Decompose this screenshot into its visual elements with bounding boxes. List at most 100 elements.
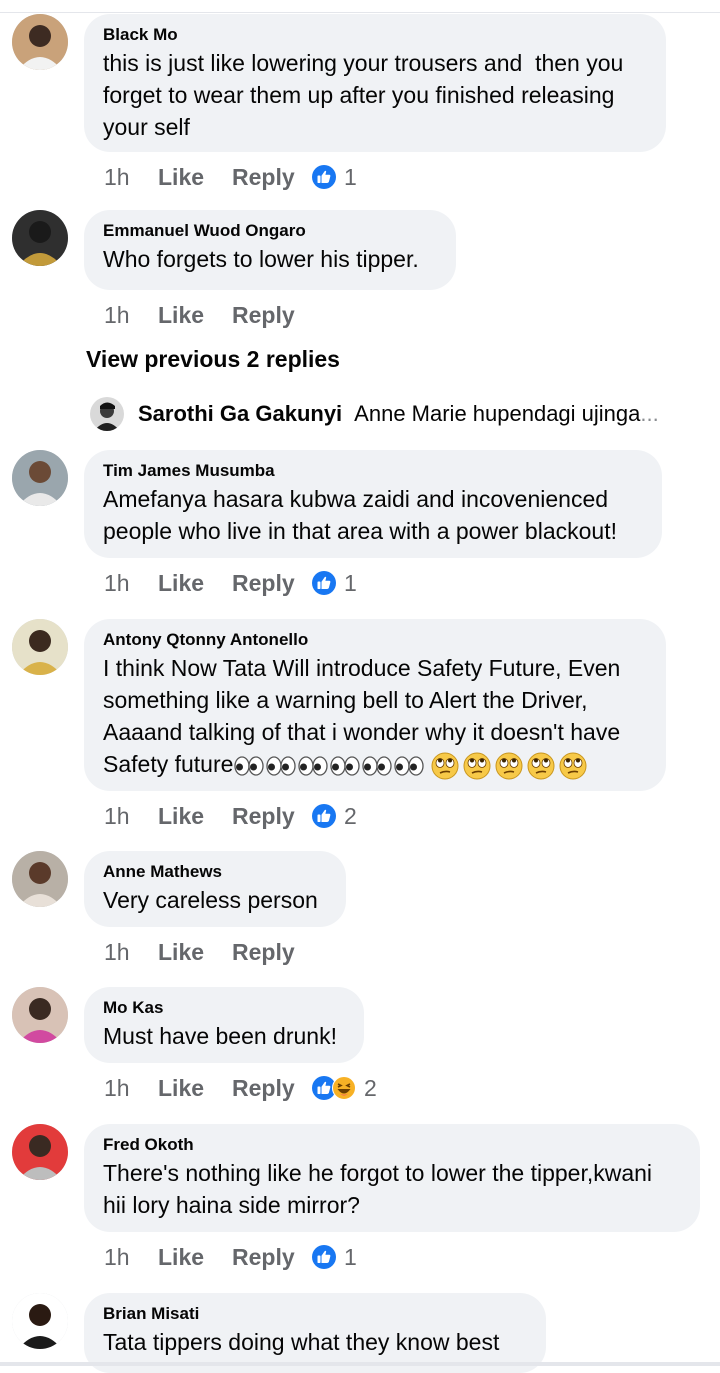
reply-button[interactable]: Reply <box>232 803 312 830</box>
comment-text-line: There's nothing like he forgot to lower … <box>103 1160 653 1186</box>
comment-text-line: I think Now Tata Will introduce Safety F… <box>103 655 621 681</box>
comment-timestamp: 1h <box>104 802 130 829</box>
eye-roll-emoji-icon <box>431 752 459 780</box>
reaction-count: 1 <box>344 163 357 190</box>
eyes-emoji-icon <box>362 756 393 776</box>
reaction-summary[interactable]: 2 <box>312 803 357 830</box>
like-button[interactable]: Like <box>158 302 232 329</box>
like-reaction-icon <box>312 571 336 595</box>
eye-roll-emoji-icon <box>559 752 587 780</box>
comment-text-line: Must have been drunk! <box>103 1023 337 1049</box>
avatar[interactable] <box>12 619 68 675</box>
avatar[interactable] <box>12 1293 68 1349</box>
comment-author[interactable]: Mo Kas <box>103 996 344 1020</box>
comment-actions: 1h Like Reply 2 <box>104 799 357 833</box>
comment-actions: 1h Like Reply <box>104 298 312 332</box>
comment-text-line: Safety future <box>103 748 646 780</box>
comment-bubble[interactable]: Tim James Musumba Amefanya hasara kubwa z… <box>84 450 662 558</box>
comment-actions: 1h Like Reply 2 <box>104 1071 377 1105</box>
comment-timestamp: 1h <box>104 301 130 328</box>
eyes-emoji-icon <box>266 756 297 776</box>
like-reaction-icon <box>312 1245 336 1269</box>
reaction-summary[interactable]: 1 <box>312 570 357 597</box>
comment-actions: 1h Like Reply 1 <box>104 160 357 194</box>
eye-roll-emoji-icon <box>495 752 523 780</box>
avatar[interactable] <box>12 210 68 266</box>
reply-button[interactable]: Reply <box>232 164 312 191</box>
reaction-count: 2 <box>364 1074 377 1101</box>
comment-text-line: Tata tippers doing what they know best <box>103 1329 500 1355</box>
like-button[interactable]: Like <box>158 939 232 966</box>
comment-text-line: your self <box>103 114 190 140</box>
comment-author[interactable]: Fred Okoth <box>103 1133 680 1157</box>
reply-button[interactable]: Reply <box>232 570 312 597</box>
reply-button[interactable]: Reply <box>232 302 312 329</box>
comment-bubble[interactable]: Emmanuel Wuod Ongaro Who forgets to lower… <box>84 210 456 290</box>
bottom-divider <box>0 1362 720 1366</box>
comment-timestamp: 1h <box>104 1243 130 1270</box>
like-button[interactable]: Like <box>158 570 232 597</box>
comment-actions: 1h Like Reply 1 <box>104 1240 357 1274</box>
comment-text-line: people who live in that area with a powe… <box>103 518 617 544</box>
avatar[interactable] <box>12 987 68 1043</box>
comment-bubble[interactable]: Fred Okoth There's nothing like he forgot… <box>84 1124 700 1232</box>
comment-author[interactable]: Black Mo <box>103 23 646 47</box>
eyes-emoji-icon <box>330 756 361 776</box>
nested-reply-preview[interactable]: Sarothi Ga Gakunyi Anne Marie hupendagi … <box>90 396 659 432</box>
comment-timestamp: 1h <box>104 938 130 965</box>
comment-bubble[interactable]: Anne Mathews Very careless person <box>84 851 346 927</box>
comment-bubble[interactable]: Black Mo this is just like lowering your … <box>84 14 666 152</box>
nested-reply-avatar[interactable] <box>90 397 124 431</box>
like-button[interactable]: Like <box>158 803 232 830</box>
like-button[interactable]: Like <box>158 1244 232 1271</box>
comment-timestamp: 1h <box>104 1074 130 1101</box>
comment-bubble[interactable]: Brian Misati Tata tippers doing what they… <box>84 1293 546 1373</box>
comment-text-line: hii lory haina side mirror? <box>103 1192 360 1218</box>
reaction-summary[interactable]: 2 <box>312 1075 377 1102</box>
comment-timestamp: 1h <box>104 569 130 596</box>
comment-bubble[interactable]: Mo Kas Must have been drunk! <box>84 987 364 1063</box>
reply-button[interactable]: Reply <box>232 1244 312 1271</box>
comment-text-line: forget to wear them up after you finishe… <box>103 82 615 108</box>
avatar[interactable] <box>12 450 68 506</box>
eyes-emoji-icon <box>298 756 329 776</box>
reaction-count: 1 <box>344 1243 357 1270</box>
like-reaction-icon <box>312 804 336 828</box>
reaction-summary[interactable]: 1 <box>312 164 357 191</box>
reaction-count: 2 <box>344 802 357 829</box>
top-divider <box>0 12 720 13</box>
comment-bubble[interactable]: Antony Qtonny Antonello I think Now Tata … <box>84 619 666 791</box>
eye-roll-emoji-icon <box>463 752 491 780</box>
comment-author[interactable]: Antony Qtonny Antonello <box>103 628 646 652</box>
comment-author[interactable]: Tim James Musumba <box>103 459 642 483</box>
comment-text-line: Who forgets to lower his tipper. <box>103 246 419 272</box>
comment-author[interactable]: Brian Misati <box>103 1302 526 1326</box>
avatar[interactable] <box>12 851 68 907</box>
like-button[interactable]: Like <box>158 1075 232 1102</box>
reaction-summary[interactable]: 1 <box>312 1244 357 1271</box>
comment-text-line: something like a warning bell to Alert t… <box>103 687 588 713</box>
comment-author[interactable]: Emmanuel Wuod Ongaro <box>103 219 436 243</box>
reaction-count: 1 <box>344 569 357 596</box>
comment-actions: 1h Like Reply <box>104 935 312 969</box>
nested-reply-author[interactable]: Sarothi Ga Gakunyi <box>138 401 342 427</box>
view-previous-replies-link[interactable]: View previous 2 replies <box>86 346 340 373</box>
eyes-emoji-icon <box>394 756 425 776</box>
comment-actions: 1h Like Reply 1 <box>104 566 357 600</box>
nested-reply-text: Anne Marie hupendagi ujinga <box>354 401 641 426</box>
like-reaction-icon <box>312 165 336 189</box>
reply-button[interactable]: Reply <box>232 1075 312 1102</box>
reply-button[interactable]: Reply <box>232 939 312 966</box>
like-button[interactable]: Like <box>158 164 232 191</box>
haha-reaction-icon <box>332 1076 356 1100</box>
comment-text-segment: Safety future <box>103 751 234 777</box>
eyes-emoji-icon <box>234 756 265 776</box>
comment-text-line: Aaaand talking of that i wonder why it d… <box>103 719 621 745</box>
comment-timestamp: 1h <box>104 163 130 190</box>
avatar[interactable] <box>12 1124 68 1180</box>
comment-text-line: Very careless person <box>103 887 318 913</box>
avatar[interactable] <box>12 14 68 70</box>
comment-text-line: Amefanya hasara kubwa zaidi and incoveni… <box>103 486 609 512</box>
comment-author[interactable]: Anne Mathews <box>103 860 326 884</box>
nested-reply-ellipsis: ... <box>640 401 659 426</box>
